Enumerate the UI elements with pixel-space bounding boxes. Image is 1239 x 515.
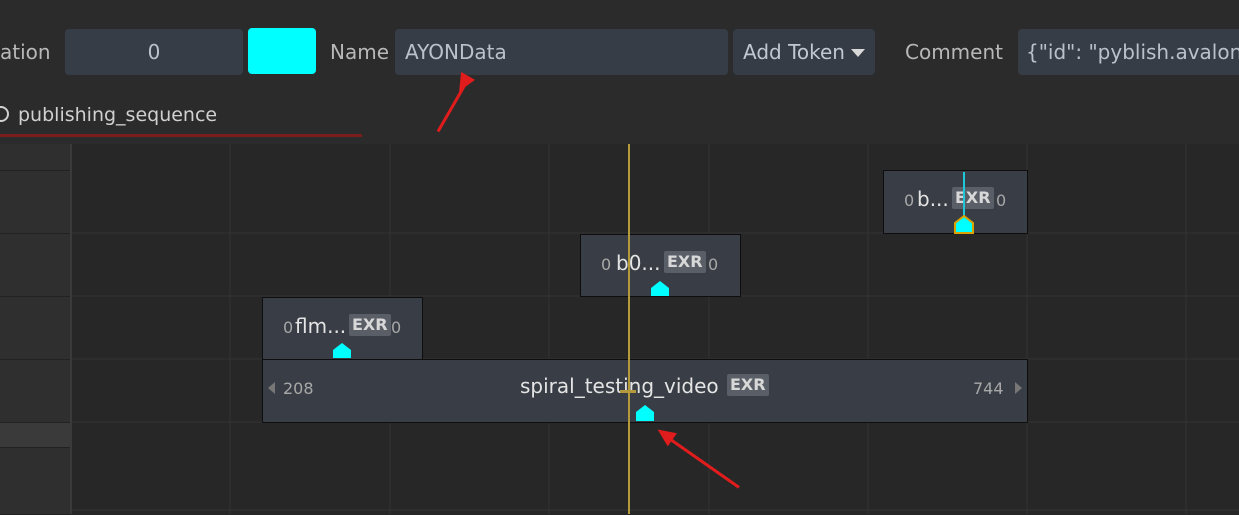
clip-right-count: 0 bbox=[391, 318, 402, 337]
timeline-grid[interactable] bbox=[72, 144, 1239, 514]
clip-name: b... bbox=[917, 187, 949, 211]
exr-badge: EXR bbox=[664, 251, 706, 273]
index-field[interactable]: 0 bbox=[65, 29, 243, 75]
exr-badge: EXR bbox=[349, 314, 391, 336]
clip-left-count: 0 bbox=[904, 191, 915, 210]
comment-input[interactable]: {"id": "pyblish.avalon.i bbox=[1018, 29, 1239, 75]
color-swatch[interactable] bbox=[248, 28, 316, 74]
track-header[interactable] bbox=[0, 360, 70, 423]
sequence-name[interactable]: publishing_sequence bbox=[18, 104, 217, 126]
marker-line bbox=[963, 172, 965, 220]
playhead[interactable] bbox=[628, 144, 630, 514]
clip-marker-icon[interactable] bbox=[332, 342, 352, 359]
clip-name: b0... bbox=[616, 251, 661, 275]
track-header[interactable] bbox=[0, 171, 70, 234]
track-header[interactable] bbox=[0, 144, 70, 171]
partial-field-label: ation bbox=[0, 40, 51, 64]
clip-name: flm... bbox=[295, 314, 347, 338]
name-input[interactable]: AYONData bbox=[395, 29, 728, 75]
add-token-label: Add Token bbox=[743, 40, 845, 64]
toolbar: ation 0 Name AYONData Add Token Comment … bbox=[0, 0, 1239, 87]
clip-end-frame: 744 bbox=[973, 379, 1004, 398]
trim-left-icon[interactable] bbox=[268, 382, 275, 394]
comment-label: Comment bbox=[905, 40, 1003, 64]
track-header[interactable] bbox=[0, 423, 70, 448]
track-header[interactable] bbox=[0, 448, 70, 515]
clip-marker-icon[interactable] bbox=[650, 280, 670, 297]
sequence-underline bbox=[0, 134, 362, 137]
clip-name: spiral_testing_video bbox=[520, 374, 719, 398]
clip-marker-icon[interactable] bbox=[635, 404, 655, 422]
trim-right-icon[interactable] bbox=[1015, 382, 1022, 394]
track-header[interactable] bbox=[0, 297, 70, 360]
clip-start-frame: 208 bbox=[283, 379, 314, 398]
clip-left-count: 0 bbox=[283, 318, 294, 337]
track-header[interactable] bbox=[0, 234, 70, 297]
playhead-tick bbox=[620, 390, 636, 393]
name-label: Name bbox=[330, 40, 390, 64]
clip-marker-icon[interactable] bbox=[953, 214, 975, 234]
clip-right-count: 0 bbox=[996, 191, 1007, 210]
exr-badge: EXR bbox=[727, 374, 769, 396]
exr-badge: EXR bbox=[952, 187, 994, 209]
add-token-button[interactable]: Add Token bbox=[733, 29, 875, 75]
clip-right-count: 0 bbox=[708, 255, 719, 274]
chevron-down-icon bbox=[851, 49, 865, 57]
clip-left-count: 0 bbox=[601, 255, 612, 274]
